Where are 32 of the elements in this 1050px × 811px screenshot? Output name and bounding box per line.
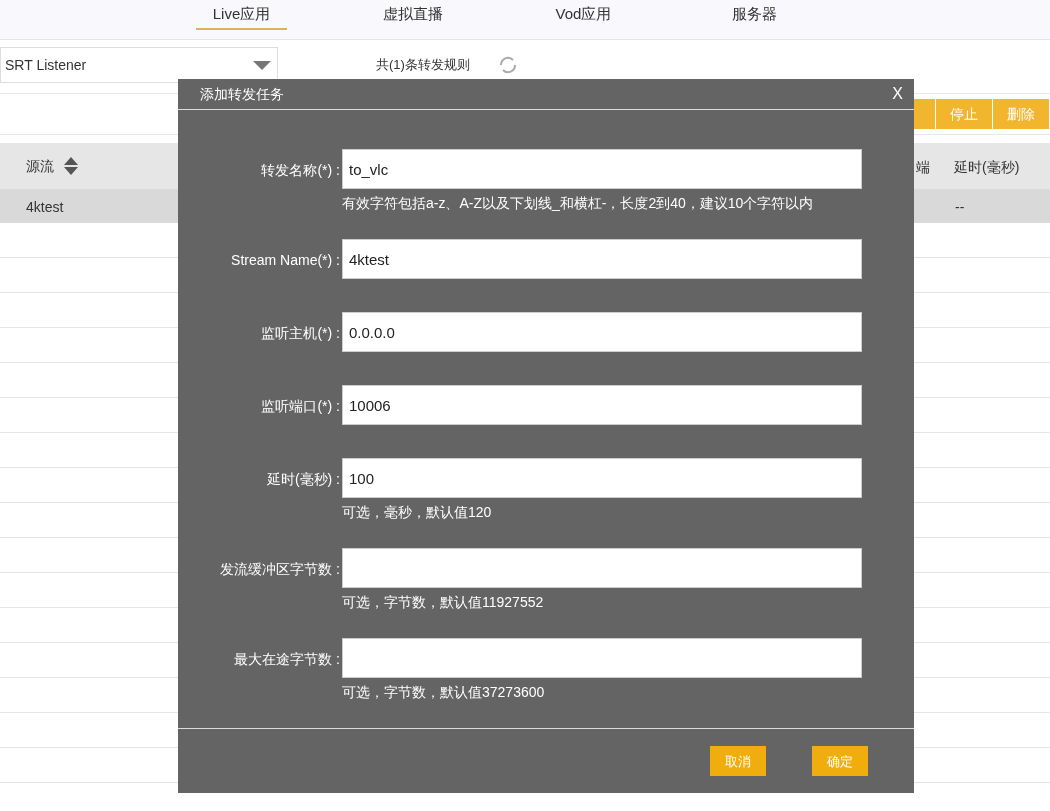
rule-count-text: 共(1)条转发规则	[376, 56, 470, 75]
field-label: 转发名称(*) :	[261, 162, 340, 179]
input-field[interactable]: to_vlc	[342, 149, 862, 190]
nav-tab[interactable]: 服务器	[709, 0, 800, 30]
input-field[interactable]: 4ktest	[342, 239, 862, 280]
column-header: 端	[916, 158, 930, 177]
table-cell-text: 4ktest	[26, 198, 64, 217]
input-field[interactable]: 100	[342, 458, 862, 499]
field-label: 最大在途字节数 :	[234, 651, 340, 668]
field-label: 监听端口(*) :	[261, 398, 340, 415]
hint-text: 可选，字节数，默认值37273600	[342, 683, 546, 703]
field-label: 监听主机(*) :	[261, 325, 340, 342]
nav-tab[interactable]: 虚拟直播	[367, 0, 458, 30]
hint-text: 可选，字节数，默认值11927552	[342, 593, 545, 613]
nav-tab[interactable]: Vod应用	[538, 0, 629, 30]
input-field[interactable]	[342, 548, 862, 589]
nav-tab[interactable]: Live应用	[196, 0, 287, 30]
column-header: 源流	[26, 156, 54, 176]
input-field[interactable]: 0.0.0.0	[342, 312, 862, 353]
field-label: Stream Name(*) :	[231, 252, 340, 269]
input-field[interactable]	[342, 638, 862, 679]
caret-icon	[253, 60, 271, 70]
column-header: 延时(毫秒)	[954, 158, 1020, 177]
field-label: 发流缓冲区字节数 :	[220, 561, 340, 578]
hint-text: 有效字符包括a-z、A-Z以及下划线_和横杠-，长度2到40，建议10个字符以内	[342, 194, 815, 214]
input-field[interactable]: 10006	[342, 385, 862, 426]
close-button[interactable]: X	[892, 82, 903, 107]
sort-icon[interactable]	[64, 157, 78, 175]
table-cell-text: --	[955, 198, 965, 217]
dialog-title: 添加转发任务	[200, 84, 284, 104]
field-label: 延时(毫秒) :	[266, 471, 340, 488]
hint-text: 可选，毫秒，默认值120	[342, 503, 493, 523]
